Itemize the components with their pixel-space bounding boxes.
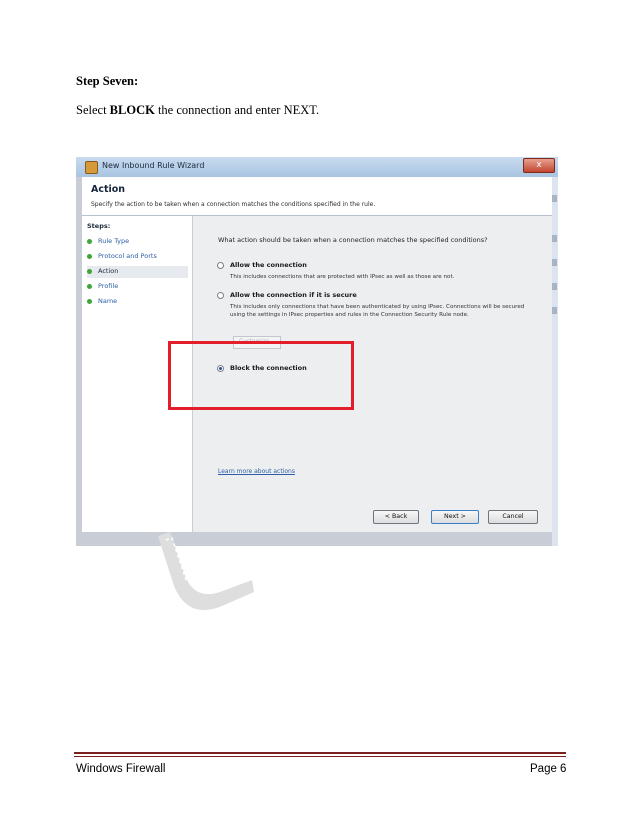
allow-secure-radio[interactable] <box>217 292 224 299</box>
firewall-icon <box>85 161 98 174</box>
header-title: Action <box>91 184 126 195</box>
step-status-dot-icon <box>87 254 92 259</box>
footer-page-number: Page 6 <box>530 763 567 775</box>
allow-secure-description: This includes only connections that have… <box>230 304 525 318</box>
step-item-profile[interactable]: Profile <box>87 281 188 293</box>
header-subtitle: Specify the action to be taken when a co… <box>91 201 376 208</box>
action-question: What action should be taken when a conne… <box>218 236 488 244</box>
step-instruction: Select BLOCK the connection and enter NE… <box>76 103 319 118</box>
back-button[interactable]: < Back <box>373 510 419 524</box>
steps-header: Steps: <box>87 222 111 230</box>
step-label: Action <box>98 267 119 275</box>
edge-mark <box>552 259 557 266</box>
learn-more-link[interactable]: Learn more about actions <box>218 468 295 475</box>
footer-rule-thin <box>74 756 566 757</box>
step-status-dot-icon <box>87 299 92 304</box>
edge-mark <box>552 283 557 290</box>
step-item-action[interactable]: Action <box>87 266 188 278</box>
instruction-suffix: the connection and enter NEXT. <box>154 103 320 117</box>
allow-connection-description: This includes connections that are prote… <box>230 274 455 280</box>
step-item-protocol-ports[interactable]: Protocol and Ports <box>87 251 188 263</box>
window-titlebar: New Inbound Rule Wizard x <box>76 157 558 177</box>
allow-connection-radio[interactable] <box>217 262 224 269</box>
step-status-dot-icon <box>87 284 92 289</box>
instruction-bold: BLOCK <box>109 103 155 117</box>
edge-mark <box>552 307 557 314</box>
step-title: Step Seven: <box>76 74 139 88</box>
close-button[interactable]: x <box>523 158 555 173</box>
wizard-header: Action Specify the action to be taken wh… <box>82 177 552 216</box>
step-item-rule-type[interactable]: Rule Type <box>87 236 188 248</box>
watermark-graphic <box>158 532 254 611</box>
step-label: Protocol and Ports <box>98 252 157 260</box>
background-window-edge <box>552 177 558 546</box>
instruction-prefix: Select <box>76 103 110 117</box>
window-title: New Inbound Rule Wizard <box>102 161 205 170</box>
step-status-dot-icon <box>87 239 92 244</box>
step-label: Rule Type <box>98 237 130 245</box>
next-button[interactable]: Next > <box>431 510 479 524</box>
wizard-screenshot: New Inbound Rule Wizard x Action Specify… <box>76 157 558 546</box>
allow-secure-label[interactable]: Allow the connection if it is secure <box>230 291 357 299</box>
step-label: Name <box>98 297 118 305</box>
step-label: Profile <box>98 282 119 290</box>
footer-doc-title: Windows Firewall <box>76 763 166 775</box>
edge-mark <box>552 235 557 242</box>
edge-mark <box>552 195 557 202</box>
step-status-dot-icon <box>87 269 92 274</box>
footer-rule-thick <box>74 752 566 754</box>
step-item-name[interactable]: Name <box>87 296 188 308</box>
cancel-button[interactable]: Cancel <box>488 510 538 524</box>
highlight-box <box>168 341 354 410</box>
allow-connection-label[interactable]: Allow the connection <box>230 261 307 269</box>
